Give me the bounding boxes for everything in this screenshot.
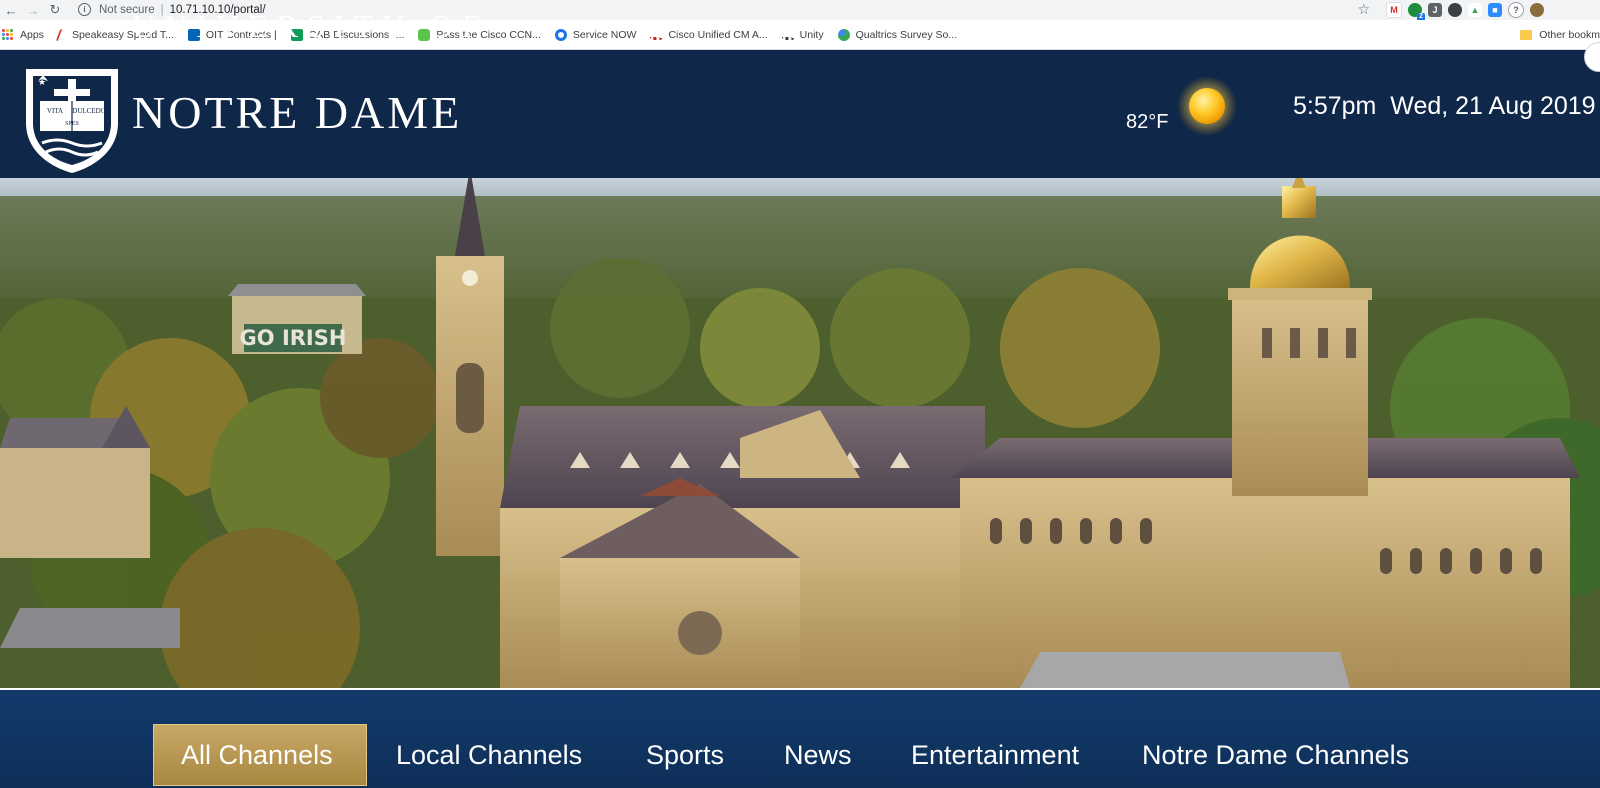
folder-icon [1520, 29, 1533, 40]
tab-sports[interactable]: Sports [646, 724, 724, 786]
campus-hero-image: GO IRISH [0, 178, 1600, 688]
apps-grid-icon [2, 28, 14, 41]
cisco-icon [650, 29, 663, 40]
info-icon[interactable]: i [78, 3, 91, 16]
shield-text-spes: SPES [65, 121, 79, 127]
bookmark-label: Apps [20, 28, 44, 41]
bookmark-label: Unity [799, 28, 824, 41]
forward-button[interactable]: → [22, 0, 44, 20]
logo-university-of: UNIVERSITY OF [132, 8, 489, 44]
channel-category-nav: All Channels Local Channels Sports News … [0, 690, 1600, 788]
current-time: 5:57pm [1293, 92, 1377, 120]
help-icon[interactable]: ? [1508, 2, 1524, 18]
tab-local-channels[interactable]: Local Channels [396, 724, 582, 786]
tab-label: Sports [646, 739, 725, 770]
bookmark-cisco-unified-cm[interactable]: Cisco Unified CM A... [650, 28, 768, 41]
tab-notre-dame-channels[interactable]: Notre Dame Channels [1142, 724, 1409, 786]
portal-header: ★ VITA DULCEDO SPES UNIVERSITY OF NOTRE … [0, 10, 1600, 178]
temperature-readout: 82°F [1126, 111, 1169, 133]
bookmark-label: Service NOW [572, 28, 637, 41]
bookmark-qualtrics[interactable]: Qualtrics Survey So... [837, 28, 958, 41]
circle-extension-icon[interactable] [1448, 3, 1462, 17]
bookmark-label: Qualtrics Survey So... [855, 28, 958, 41]
tab-label: News [784, 739, 852, 770]
sun-icon [1177, 76, 1237, 136]
svg-text:★: ★ [38, 78, 46, 88]
qualtrics-icon [837, 28, 850, 41]
tab-label: Entertainment [911, 739, 1080, 770]
drive-icon[interactable]: ▲ [1468, 3, 1482, 17]
shield-text-dulcedo: DULCEDO [72, 107, 105, 115]
bookmark-service-now[interactable]: Service NOW [554, 28, 637, 41]
bookmark-apps[interactable]: Apps [2, 28, 44, 41]
bookmark-label: Cisco Unified CM A... [668, 28, 768, 41]
current-date: Wed, 21 Aug 2019 [1390, 92, 1596, 120]
campus-illustration: GO IRISH [0, 178, 1600, 688]
date-time: 5:57pm Wed, 21 Aug 2019 [1293, 92, 1596, 121]
tab-label: Notre Dame Channels [1142, 739, 1410, 770]
profile-avatar[interactable] [1530, 3, 1544, 17]
tab-news[interactable]: News [784, 724, 852, 786]
tab-entertainment[interactable]: Entertainment [911, 724, 1079, 786]
logo-notre-dame: NOTRE DAME [132, 87, 463, 138]
other-bookmarks-label: Other bookm [1539, 28, 1600, 41]
zoom-icon[interactable]: ■ [1488, 3, 1502, 17]
cisco-icon [781, 29, 794, 40]
tab-label: All Channels [181, 739, 333, 770]
reload-button[interactable]: ↻ [44, 0, 66, 20]
university-shield-logo: ★ VITA DULCEDO SPES [26, 69, 118, 173]
tab-label: Local Channels [396, 739, 583, 770]
tab-all-channels[interactable]: All Channels [153, 724, 367, 786]
hangouts-icon[interactable]: 2 [1408, 3, 1425, 21]
service-now-icon [554, 28, 567, 41]
bookmark-unity[interactable]: Unity [781, 28, 824, 41]
gmail-icon[interactable]: M [1386, 2, 1402, 18]
go-irish-banner: GO IRISH [240, 326, 347, 350]
j-extension-icon[interactable]: J [1428, 3, 1442, 17]
bookmark-star-icon[interactable]: ☆ [1357, 1, 1370, 18]
extension-icons: M 2 J ▲ ■ ? [1386, 1, 1544, 21]
speakeasy-icon [55, 28, 69, 41]
shield-text-vita: VITA [47, 107, 63, 115]
other-bookmarks[interactable]: Other bookm [1520, 20, 1600, 49]
back-button[interactable]: ← [0, 0, 22, 20]
